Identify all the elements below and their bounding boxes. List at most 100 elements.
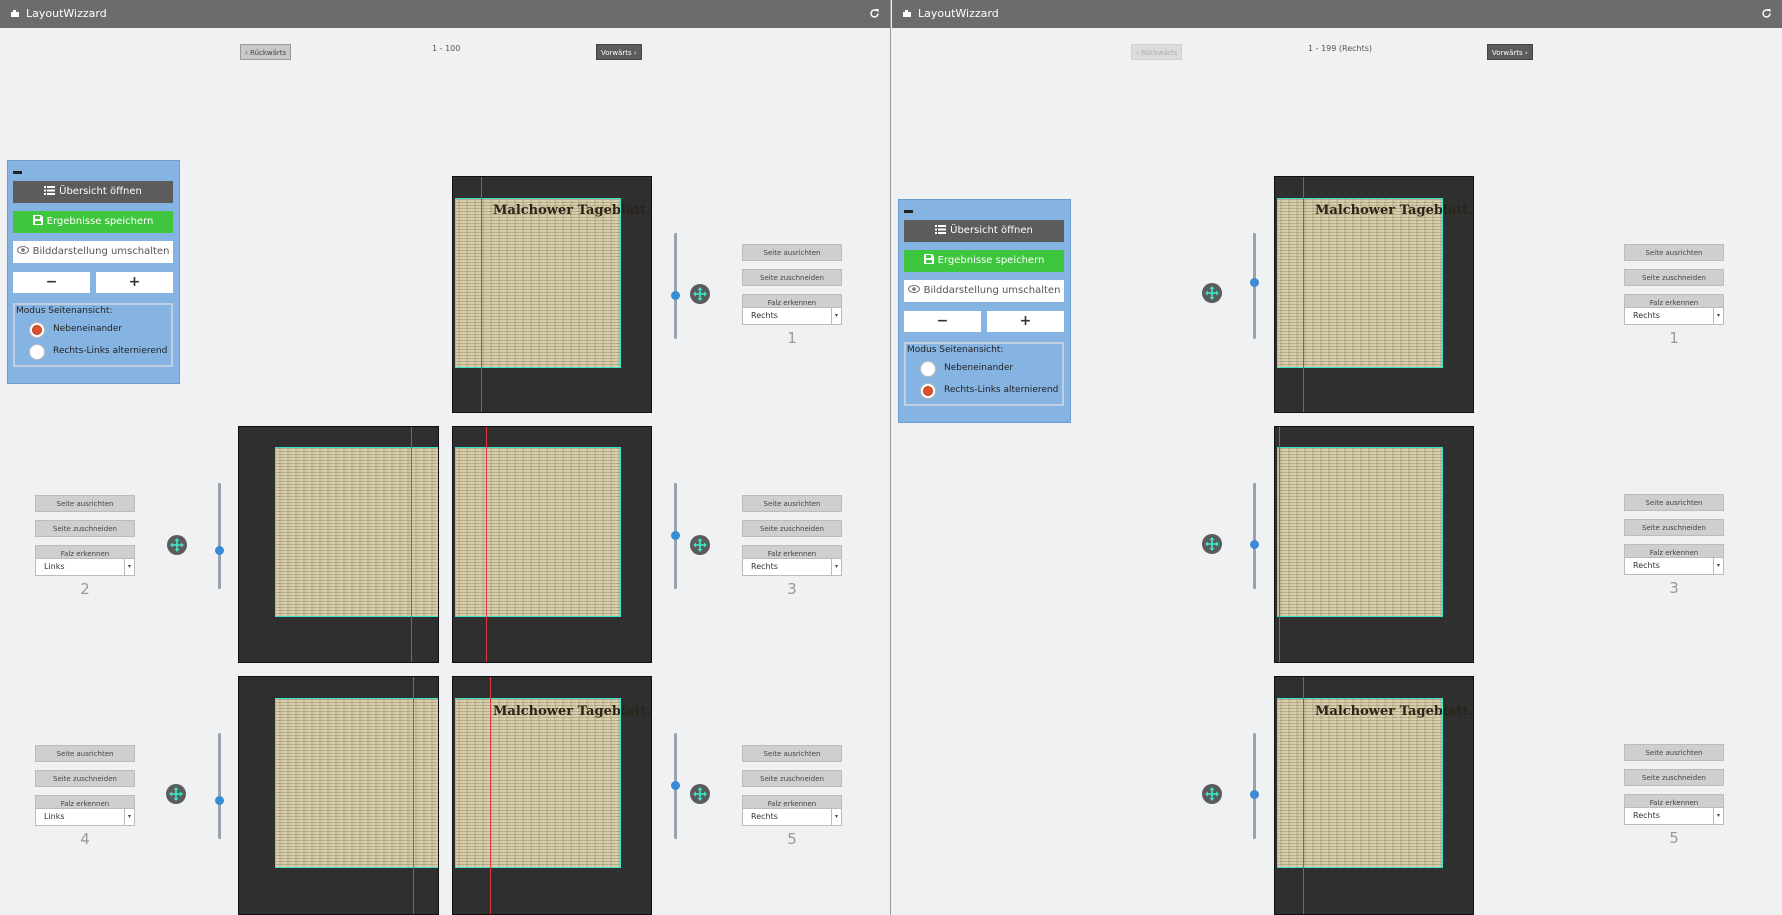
crop-page-button[interactable]: Seite zuschneiden [1624,769,1724,786]
side-select[interactable]: Rechts ▾ [1624,307,1724,325]
crop-frame[interactable] [275,447,438,617]
overview-button[interactable]: Übersicht öffnen [13,181,173,203]
rotation-slider[interactable] [1250,733,1259,839]
align-page-button[interactable]: Seite ausrichten [35,495,135,512]
align-page-button[interactable]: Seite ausrichten [1624,744,1724,761]
save-results-button[interactable]: Ergebnisse speichern [904,250,1064,272]
list-icon [935,225,947,234]
move-handle[interactable] [1202,534,1222,554]
side-select[interactable]: Rechts ▾ [1624,557,1724,575]
toggle-image-view-button[interactable]: Bilddarstellung umschalten [13,241,173,263]
move-handle[interactable] [1202,283,1222,303]
next-button[interactable]: Vorwärts › [1487,44,1533,60]
crop-frame[interactable] [455,447,621,617]
crop-page-button[interactable]: Seite zuschneiden [742,520,842,537]
move-handle[interactable] [167,535,187,555]
align-page-button[interactable]: Seite ausrichten [742,745,842,762]
page-scan-3[interactable] [452,426,652,663]
page-scan-3[interactable] [1274,426,1474,663]
crop-page-button[interactable]: Seite zuschneiden [1624,269,1724,286]
previous-button[interactable]: ‹ Rückwärts [240,44,292,60]
align-page-button[interactable]: Seite ausrichten [1624,244,1724,261]
view-mode-label: Modus Seitenansicht: [16,306,113,316]
page-scan-1[interactable]: Malchower Tageblatt. [452,176,652,413]
radio-side-by-side[interactable] [920,361,936,377]
crop-page-button[interactable]: Seite zuschneiden [742,770,842,787]
slider-knob[interactable] [215,796,224,805]
page-number: 2 [80,580,90,598]
fold-line[interactable] [486,427,487,662]
move-handle[interactable] [690,784,710,804]
crop-frame[interactable] [455,198,621,368]
slider-knob[interactable] [1250,278,1259,287]
align-page-button[interactable]: Seite ausrichten [35,745,135,762]
move-handle[interactable] [1202,784,1222,804]
page-scan-5[interactable]: Malchower Tageblatt. [1274,676,1474,915]
zoom-in-button[interactable]: + [96,272,173,293]
crop-frame[interactable] [1277,698,1443,868]
radio-alternating[interactable] [29,344,45,360]
rotation-slider[interactable] [215,733,224,839]
fold-line[interactable] [413,677,414,914]
collapse-icon[interactable] [904,210,913,213]
align-page-button[interactable]: Seite ausrichten [742,495,842,512]
align-page-button[interactable]: Seite ausrichten [742,244,842,261]
rotation-slider[interactable] [671,233,680,339]
refresh-icon[interactable] [869,8,880,19]
zoom-out-button[interactable]: − [13,272,90,293]
align-page-button[interactable]: Seite ausrichten [1624,494,1724,511]
refresh-icon[interactable] [1761,8,1772,19]
side-select[interactable]: Links ▾ [35,808,135,826]
side-select[interactable]: Rechts ▾ [1624,807,1724,825]
slider-knob[interactable] [671,781,680,790]
slider-knob[interactable] [215,546,224,555]
move-handle[interactable] [690,535,710,555]
move-handle[interactable] [166,784,186,804]
side-select[interactable]: Rechts ▾ [742,558,842,576]
page-scan-2[interactable] [238,426,439,663]
fold-line[interactable] [481,177,482,412]
crop-frame[interactable] [455,698,621,868]
rotation-slider[interactable] [1250,233,1259,339]
collapse-icon[interactable] [13,171,22,174]
side-select[interactable]: Rechts ▾ [742,808,842,826]
slider-knob[interactable] [1250,540,1259,549]
toggle-image-view-button[interactable]: Bilddarstellung umschalten [904,280,1064,302]
crop-page-button[interactable]: Seite zuschneiden [1624,519,1724,536]
rotation-slider[interactable] [671,483,680,589]
zoom-in-button[interactable]: + [987,311,1064,332]
fold-line[interactable] [1279,427,1280,662]
page-scan-1[interactable]: Malchower Tageblatt. [1274,176,1474,413]
move-icon [1205,537,1219,551]
move-handle[interactable] [690,284,710,304]
crop-page-button[interactable]: Seite zuschneiden [742,269,842,286]
slider-knob[interactable] [671,291,680,300]
crop-page-button[interactable]: Seite zuschneiden [35,770,135,787]
side-select[interactable]: Rechts ▾ [742,307,842,325]
next-button[interactable]: Vorwärts › [596,44,642,60]
crop-frame[interactable] [1277,447,1443,617]
side-select[interactable]: Links ▾ [35,558,135,576]
fold-line[interactable] [1303,177,1304,412]
fold-line[interactable] [490,677,491,914]
radio-side-by-side[interactable] [29,322,45,338]
rotation-slider[interactable] [215,483,224,589]
crop-page-button[interactable]: Seite zuschneiden [35,520,135,537]
zoom-out-button[interactable]: − [904,311,981,332]
slider-knob[interactable] [671,531,680,540]
rotation-slider[interactable] [1250,483,1259,589]
page-scan-4[interactable] [238,676,439,915]
crop-frame[interactable] [275,698,438,868]
previous-button[interactable]: ‹ Rückwärts [1131,44,1183,60]
crop-frame[interactable] [1277,198,1443,368]
radio-alternating[interactable] [920,383,936,399]
fold-line[interactable] [1303,677,1304,914]
page-range: 1 - 100 [432,44,461,53]
rotation-slider[interactable] [671,733,680,839]
fold-line[interactable] [411,427,412,662]
slider-knob[interactable] [1250,790,1259,799]
chevron-down-icon: ▾ [1713,308,1723,324]
save-results-button[interactable]: Ergebnisse speichern [13,211,173,233]
page-scan-5[interactable]: Malchower Tageblatt. [452,676,652,915]
overview-button[interactable]: Übersicht öffnen [904,220,1064,242]
